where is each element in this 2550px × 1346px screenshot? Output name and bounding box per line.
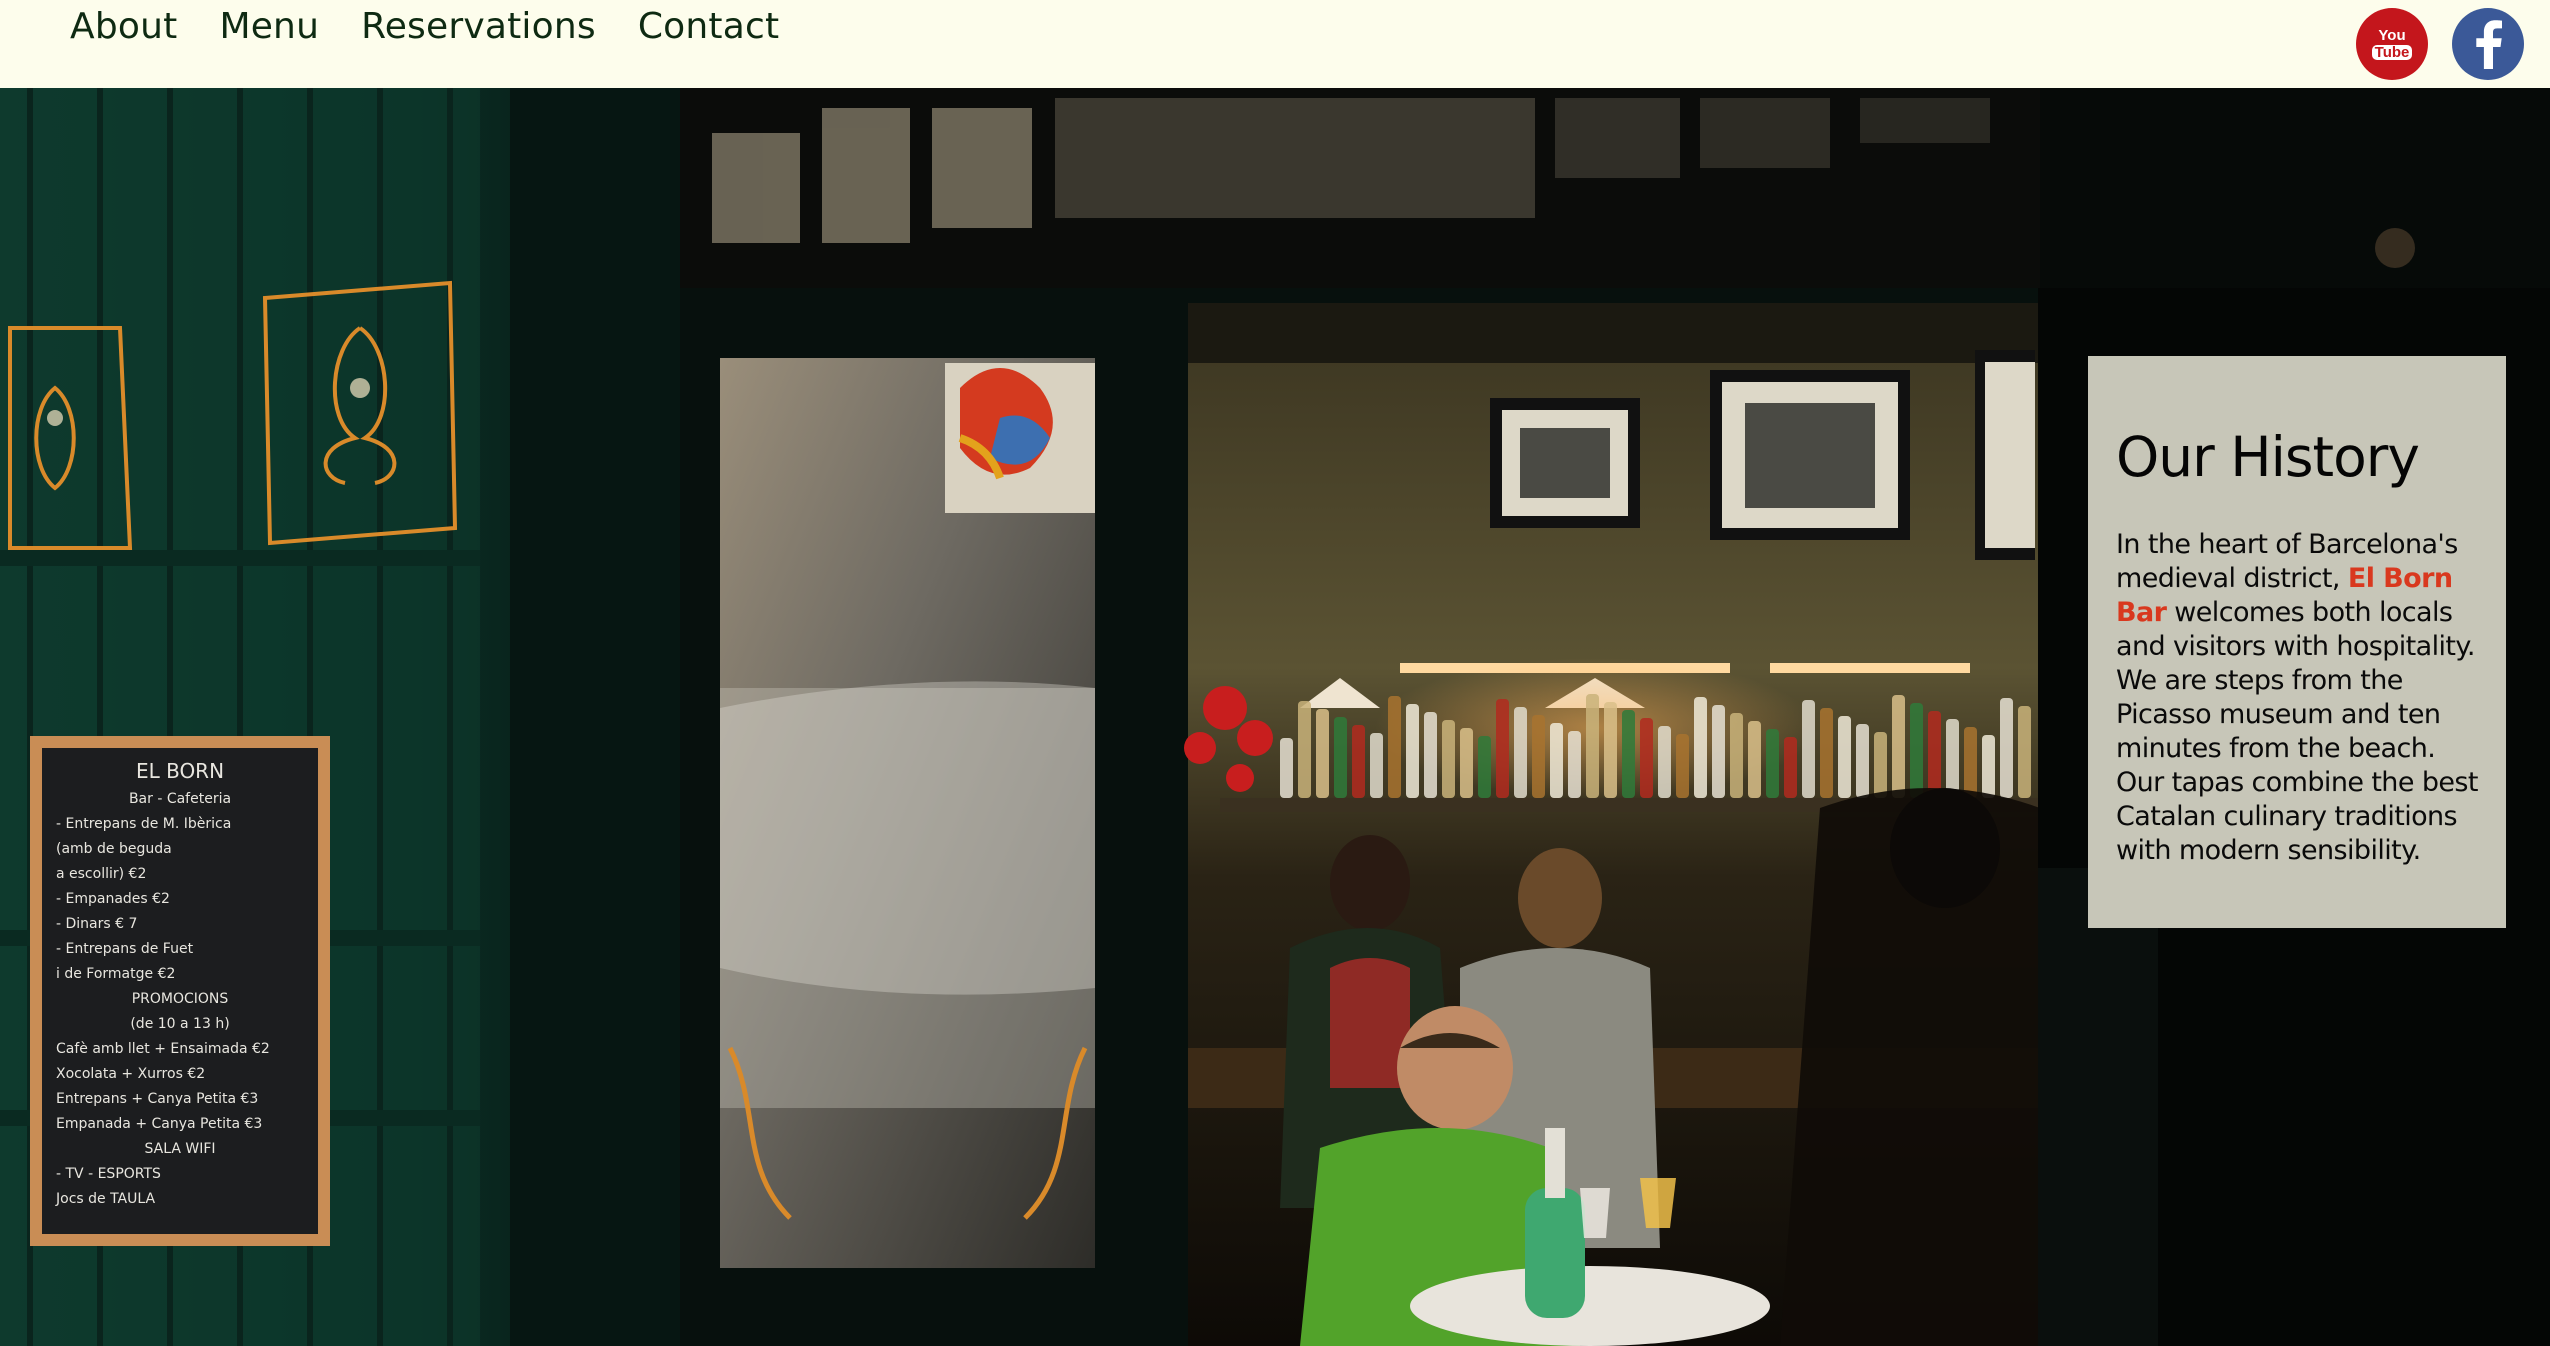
hero-photo: EL BORN Bar - Cafeteria - Entrepans de M. … xyxy=(0,88,2550,1346)
bottle xyxy=(1766,729,1779,798)
bottle xyxy=(1568,731,1581,798)
social-links: You Tube xyxy=(2356,8,2524,80)
bottle xyxy=(1388,696,1401,798)
bottle xyxy=(1514,707,1527,798)
bottle xyxy=(1622,710,1635,798)
bottle xyxy=(1694,697,1707,798)
chalkboard-line: - Dinars € 7 xyxy=(56,916,137,932)
chalkboard-line: Jocs de TAULA xyxy=(55,1191,155,1207)
bottle xyxy=(1370,733,1383,798)
chalkboard-line: i de Formatge €2 xyxy=(56,966,175,982)
bottle xyxy=(1460,728,1473,798)
chalkboard-line: PROMOCIONS xyxy=(132,991,229,1007)
bottle xyxy=(1658,726,1671,798)
chalkboard-line: Xocolata + Xurros €2 xyxy=(56,1066,205,1082)
bottle xyxy=(1316,709,1329,798)
chalkboard-line: EL BORN xyxy=(136,759,224,783)
bottle xyxy=(1424,712,1437,798)
bottle xyxy=(1640,718,1653,798)
top-navigation-bar: About Menu Reservations Contact You Tube xyxy=(0,0,2550,88)
history-text: In the heart of Barcelona's medieval dis… xyxy=(2116,528,2478,868)
bottle xyxy=(1730,713,1743,798)
siphon-bottle xyxy=(1525,1188,1585,1318)
history-text-body: welcomes both locals and visitors with h… xyxy=(2116,597,2478,866)
bottle xyxy=(1496,699,1509,798)
bottle xyxy=(1838,716,1851,798)
bottle xyxy=(1928,711,1941,798)
bottle xyxy=(1352,725,1365,798)
bottle xyxy=(1910,703,1923,798)
nav-reservations-link[interactable]: Reservations xyxy=(361,4,596,50)
bottle xyxy=(1712,705,1725,798)
bottle xyxy=(2018,706,2031,798)
chalkboard-line: - Empanades €2 xyxy=(56,891,170,907)
bottle xyxy=(2000,698,2013,798)
bottle xyxy=(1892,695,1905,798)
bottle xyxy=(1532,715,1545,798)
nav-menu-link[interactable]: Menu xyxy=(219,4,319,50)
facebook-button[interactable] xyxy=(2452,8,2524,80)
bottle xyxy=(1946,719,1959,798)
bottle xyxy=(1748,721,1761,798)
youtube-icon: You Tube xyxy=(2371,27,2413,60)
bottle xyxy=(1586,694,1599,798)
bottle xyxy=(1442,720,1455,798)
bottle xyxy=(1676,734,1689,798)
youtube-logo-you: You xyxy=(2378,27,2406,44)
our-history-panel: Our History In the heart of Barcelona's … xyxy=(2088,356,2506,928)
bottle xyxy=(1406,704,1419,798)
bottle xyxy=(1784,737,1797,798)
bottle xyxy=(1280,738,1293,798)
bottle xyxy=(1874,732,1887,798)
chalkboard-line: Bar - Cafeteria xyxy=(129,791,231,807)
bottle xyxy=(1298,701,1311,798)
bottle xyxy=(1604,702,1617,798)
chalkboard-line: (de 10 a 13 h) xyxy=(130,1016,229,1032)
facebook-icon xyxy=(2476,20,2502,69)
youtube-logo-tube: Tube xyxy=(2371,45,2413,60)
chalkboard-line: Cafè amb llet + Ensaimada €2 xyxy=(56,1041,270,1057)
nav-about-link[interactable]: About xyxy=(70,4,177,50)
chalkboard-line: Entrepans + Canya Petita €3 xyxy=(56,1091,258,1107)
main-nav: About Menu Reservations Contact xyxy=(70,4,779,50)
bottle xyxy=(1982,735,1995,798)
chalkboard-line: - TV - ESPORTS xyxy=(56,1166,161,1182)
chalkboard-line: Empanada + Canya Petita €3 xyxy=(56,1116,262,1132)
bottle xyxy=(1856,724,1869,798)
bottle xyxy=(1964,727,1977,798)
stained-glass xyxy=(945,363,1095,513)
bottle xyxy=(1550,723,1563,798)
chalkboard-line: - Entrepans de Fuet xyxy=(56,941,194,957)
bottle xyxy=(1334,717,1347,798)
bottle xyxy=(1802,700,1815,798)
chalkboard-line: - Entrepans de M. Ibèrica xyxy=(56,816,231,832)
chalkboard-line: (amb de beguda xyxy=(56,841,172,857)
nav-contact-link[interactable]: Contact xyxy=(638,4,779,50)
bottle xyxy=(1478,736,1491,798)
table xyxy=(1410,1266,1770,1346)
bottle xyxy=(1820,708,1833,798)
youtube-button[interactable]: You Tube xyxy=(2356,8,2428,80)
history-title: Our History xyxy=(2116,425,2420,489)
chalkboard-line: SALA WIFI xyxy=(144,1141,215,1157)
chalkboard-line: a escollir) €2 xyxy=(56,866,146,882)
